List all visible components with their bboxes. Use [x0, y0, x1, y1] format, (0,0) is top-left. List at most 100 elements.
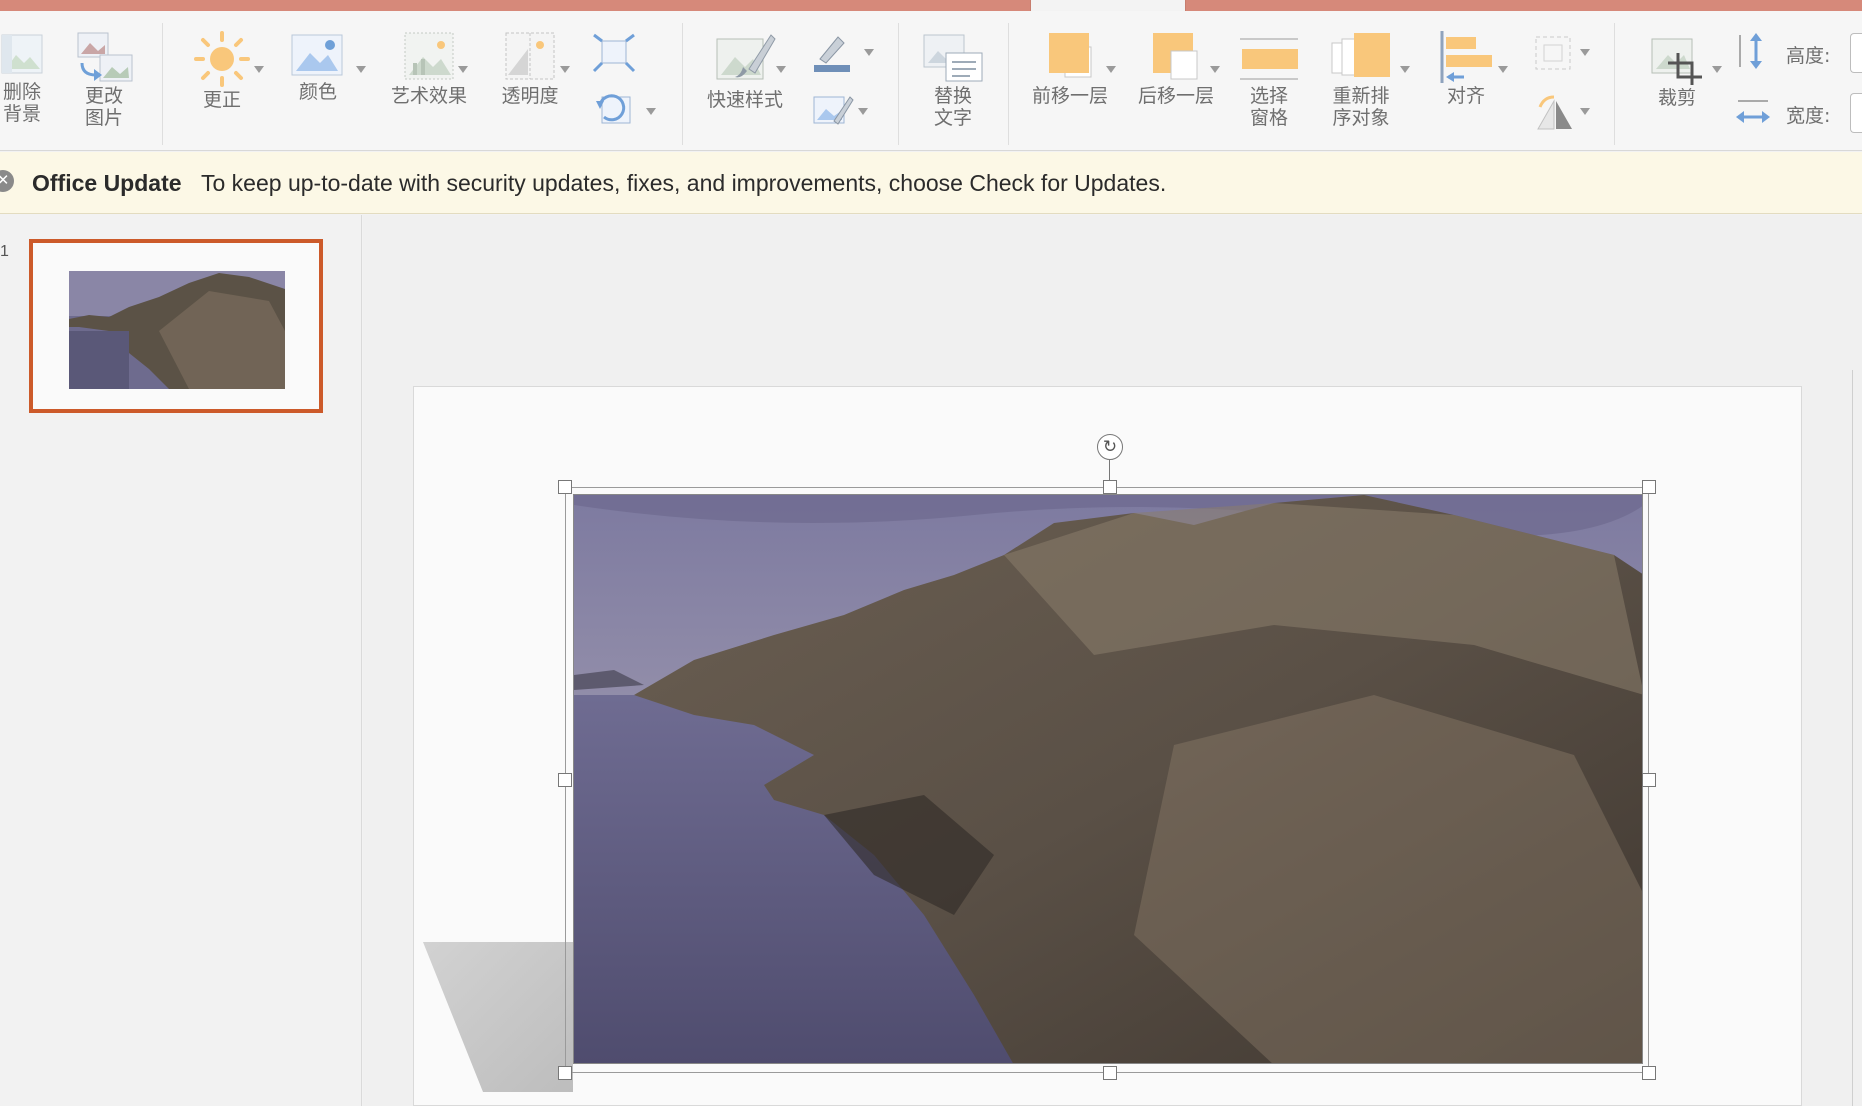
reset-picture-icon[interactable]: [594, 89, 634, 129]
compress-pictures-icon[interactable]: [592, 33, 636, 73]
crop-icon: [1651, 38, 1702, 85]
alt-text-label-2: 文字: [933, 107, 972, 129]
landscape-picture[interactable]: [573, 494, 1643, 1064]
bring-forward-dropdown-icon[interactable]: [1106, 66, 1116, 73]
notification-title: Office Update: [32, 170, 182, 196]
resize-handle-bottom[interactable]: [1103, 1066, 1117, 1080]
ribbon-separator: [162, 23, 163, 145]
resize-handle-top-right[interactable]: [1642, 480, 1656, 494]
picture-format-ribbon: 删除 背景 更改 图片 更正 颜色 艺术效果 透明度 快速样式 替换 文字 前移…: [0, 11, 1862, 151]
resize-handle-right[interactable]: [1642, 773, 1656, 787]
reorder-objects-label-1: 重新排: [1332, 85, 1390, 107]
picture-effects-icon[interactable]: [812, 91, 854, 129]
color-icon: [291, 34, 343, 76]
bring-forward-icon: [1049, 33, 1092, 78]
change-picture-label-1: 更改: [84, 85, 123, 107]
active-ribbon-tab[interactable]: [1030, 0, 1186, 11]
selection-pane-icon: [1240, 38, 1298, 80]
color-dropdown-icon[interactable]: [356, 66, 366, 73]
transparency-icon: [505, 32, 555, 80]
corrections-button[interactable]: 更正: [182, 29, 262, 111]
group-objects-dropdown-icon[interactable]: [1580, 49, 1590, 56]
bring-forward-label: 前移一层: [1031, 85, 1108, 107]
ribbon-separator: [1614, 23, 1615, 145]
alt-text-label-1: 替换: [933, 85, 972, 107]
rotate-objects-dropdown-icon[interactable]: [1580, 108, 1590, 115]
align-dropdown-icon[interactable]: [1498, 66, 1508, 73]
reorder-objects-button[interactable]: 重新排 序对象: [1316, 29, 1406, 129]
resize-handle-bottom-right[interactable]: [1642, 1066, 1656, 1080]
corrections-dropdown-icon[interactable]: [254, 66, 264, 73]
send-backward-label: 后移一层: [1137, 85, 1214, 107]
remove-background-icon: [1, 34, 43, 74]
transparency-label: 透明度: [501, 85, 559, 107]
notification-message: To keep up-to-date with security updates…: [201, 170, 1167, 196]
ribbon-separator: [1008, 23, 1009, 145]
slide-thumbnail-pane: 1: [0, 215, 362, 1106]
transparency-dropdown-icon[interactable]: [560, 66, 570, 73]
alt-text-button[interactable]: 替换 文字: [918, 29, 988, 129]
reorder-objects-icon: [1331, 33, 1390, 77]
ribbon-separator: [898, 23, 899, 145]
slide-thumbnail-1[interactable]: [29, 239, 323, 413]
group-objects-icon[interactable]: [1532, 33, 1574, 73]
crop-dropdown-icon[interactable]: [1712, 66, 1722, 73]
window-tab-strip: [0, 0, 1862, 11]
resize-handle-top-left[interactable]: [558, 480, 572, 494]
width-label: 宽度:: [1786, 105, 1831, 127]
bring-forward-button[interactable]: 前移一层: [1024, 29, 1116, 107]
resize-handle-bottom-left[interactable]: [558, 1066, 572, 1080]
align-icon: [1440, 31, 1492, 83]
reorder-objects-label-2: 序对象: [1332, 107, 1390, 129]
picture-border-icon[interactable]: [812, 31, 852, 75]
reset-picture-dropdown-icon[interactable]: [646, 108, 656, 115]
height-icon: [1739, 33, 1762, 69]
ribbon-separator: [682, 23, 683, 145]
office-update-bar: ✕ Office Update To keep up-to-date with …: [0, 152, 1862, 214]
rotate-handle-icon[interactable]: ↻: [1097, 434, 1123, 460]
align-button[interactable]: 对齐: [1428, 29, 1504, 107]
send-backward-icon: [1153, 33, 1198, 80]
selection-pane-label-1: 选择: [1249, 85, 1288, 107]
change-picture-label-2: 图片: [84, 107, 123, 129]
selection-pane-button[interactable]: 选择 窗格: [1234, 29, 1304, 129]
send-backward-dropdown-icon[interactable]: [1210, 66, 1220, 73]
height-input[interactable]: [1850, 33, 1862, 73]
reorder-objects-dropdown-icon[interactable]: [1400, 66, 1410, 73]
artistic-effects-dropdown-icon[interactable]: [458, 66, 468, 73]
landscape-image: [574, 495, 1642, 1063]
alt-text-icon: [923, 34, 983, 82]
vertical-scrollbar[interactable]: [1852, 370, 1862, 1106]
color-label: 颜色: [298, 81, 337, 103]
width-icon: [1736, 100, 1770, 123]
transparency-button[interactable]: 透明度: [490, 29, 570, 107]
remove-background-button[interactable]: 删除 背景: [0, 29, 44, 125]
picture-effects-dropdown-icon[interactable]: [858, 108, 868, 115]
quick-styles-label: 快速样式: [706, 89, 783, 111]
crop-label: 裁剪: [1657, 87, 1696, 109]
selection-pane-label-2: 窗格: [1249, 107, 1288, 129]
picture-border-dropdown-icon[interactable]: [864, 49, 874, 56]
send-backward-button[interactable]: 后移一层: [1130, 29, 1222, 107]
crop-button[interactable]: 裁剪: [1632, 29, 1722, 109]
sun-icon: [194, 31, 250, 87]
corrections-label: 更正: [202, 89, 241, 111]
rotate-objects-icon[interactable]: [1534, 93, 1576, 131]
quick-styles-icon: [716, 34, 776, 80]
artistic-effects-icon: [404, 32, 454, 80]
width-input[interactable]: [1850, 93, 1862, 133]
remove-background-label-2: 背景: [2, 103, 41, 125]
change-picture-button[interactable]: 更改 图片: [72, 29, 136, 129]
slide-number: 1: [0, 243, 9, 260]
remove-background-label-1: 删除: [2, 81, 41, 103]
artistic-effects-label: 艺术效果: [390, 85, 467, 107]
resize-handle-top[interactable]: [1103, 480, 1117, 494]
quick-styles-dropdown-icon[interactable]: [776, 66, 786, 73]
align-label: 对齐: [1446, 85, 1485, 107]
color-button[interactable]: 颜色: [288, 29, 348, 103]
close-notification-icon[interactable]: ✕: [0, 170, 14, 192]
change-picture-icon: [77, 32, 133, 82]
resize-handle-left[interactable]: [558, 773, 572, 787]
thumbnail-landscape-image: [69, 271, 285, 389]
height-label: 高度:: [1786, 45, 1831, 67]
